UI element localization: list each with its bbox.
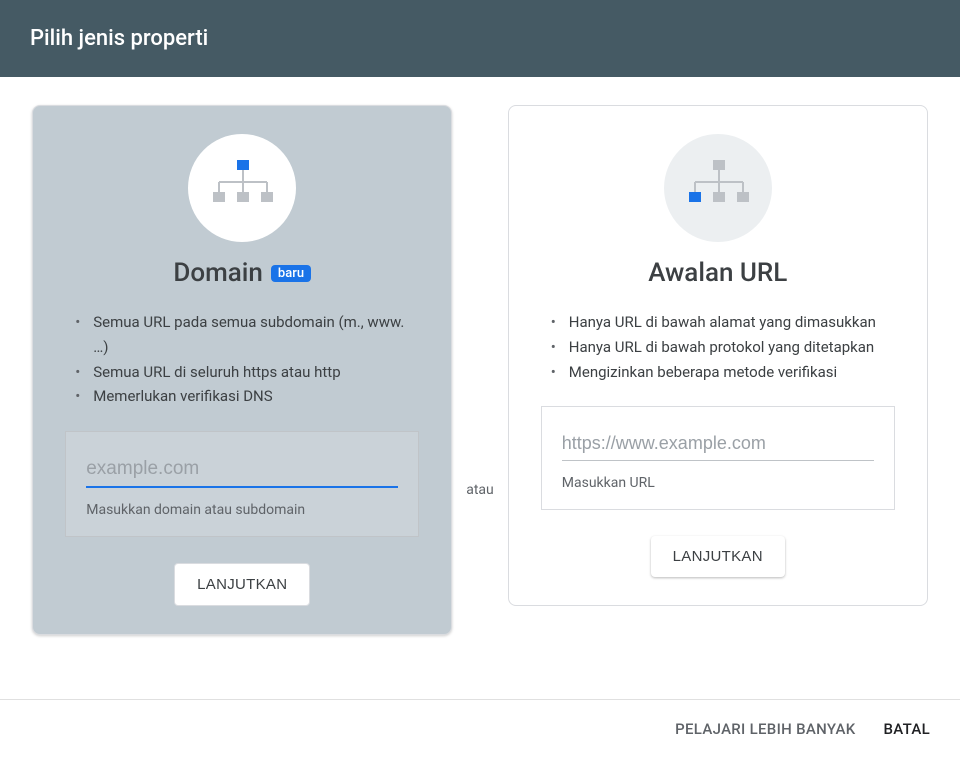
domain-hierarchy-icon xyxy=(210,158,274,218)
domain-card-title: Domain xyxy=(173,258,263,288)
url-input[interactable] xyxy=(562,429,874,461)
or-separator: atau xyxy=(452,482,508,498)
url-title-row: Awalan URL xyxy=(648,258,787,288)
domain-input[interactable] xyxy=(86,454,398,488)
url-bullet: Mengizinkan beberapa metode verifikasi xyxy=(541,360,895,385)
new-badge: baru xyxy=(271,265,311,282)
learn-more-link[interactable]: PELAJARI LEBIH BANYAK xyxy=(675,720,855,738)
url-bullet: Hanya URL di bawah protokol yang ditetap… xyxy=(541,335,895,360)
url-bullet: Hanya URL di bawah alamat yang dimasukka… xyxy=(541,310,895,335)
domain-bullets: Semua URL pada semua subdomain (m., www.… xyxy=(65,310,419,409)
domain-icon-circle xyxy=(188,134,296,242)
url-helper-text: Masukkan URL xyxy=(562,475,874,491)
domain-bullet: Memerlukan verifikasi DNS xyxy=(65,384,419,409)
url-continue-button[interactable]: LANJUTKAN xyxy=(651,536,785,577)
url-bullets: Hanya URL di bawah alamat yang dimasukka… xyxy=(541,310,895,384)
dialog-footer: PELAJARI LEBIH BANYAK BATAL xyxy=(0,699,960,758)
domain-bullet: Semua URL di seluruh https atau http xyxy=(65,360,419,385)
dialog-title: Pilih jenis properti xyxy=(30,26,208,51)
domain-input-box: Masukkan domain atau subdomain xyxy=(65,431,419,537)
url-input-box: Masukkan URL xyxy=(541,406,895,510)
property-type-card-url-prefix[interactable]: Awalan URL Hanya URL di bawah alamat yan… xyxy=(508,105,928,606)
url-hierarchy-icon xyxy=(686,158,750,218)
cancel-button[interactable]: BATAL xyxy=(884,720,931,738)
content-area: Domain baru Semua URL pada semua subdoma… xyxy=(0,77,960,635)
domain-title-row: Domain baru xyxy=(173,258,311,288)
property-type-card-domain[interactable]: Domain baru Semua URL pada semua subdoma… xyxy=(32,105,452,635)
url-icon-circle xyxy=(664,134,772,242)
domain-helper-text: Masukkan domain atau subdomain xyxy=(86,502,398,518)
dialog-header: Pilih jenis properti xyxy=(0,0,960,77)
domain-continue-button[interactable]: LANJUTKAN xyxy=(174,563,310,606)
url-card-title: Awalan URL xyxy=(648,258,787,288)
domain-bullet: Semua URL pada semua subdomain (m., www.… xyxy=(65,310,419,360)
